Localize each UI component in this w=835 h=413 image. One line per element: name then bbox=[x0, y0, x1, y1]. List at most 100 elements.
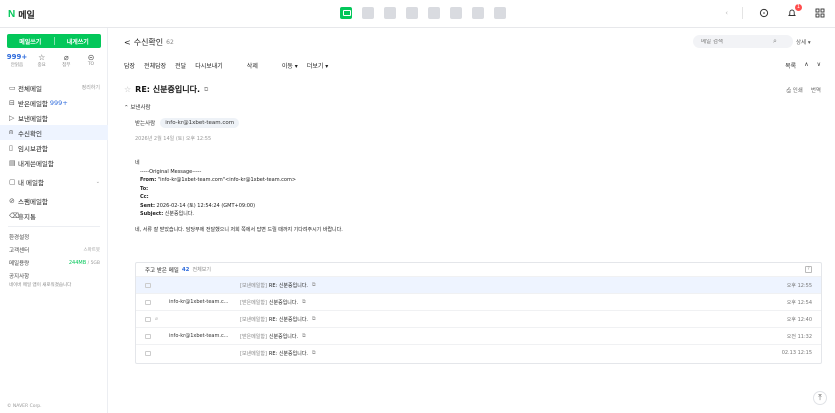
resend-button[interactable]: 다시보내기 bbox=[195, 61, 223, 70]
bookmark-app-icon[interactable] bbox=[494, 7, 506, 19]
original-cc: Cc: bbox=[140, 194, 149, 200]
sidebar-item-read-receipt[interactable]: ⍝ 수신확인 bbox=[0, 125, 108, 140]
calendar-alt-app-icon[interactable] bbox=[472, 7, 484, 19]
delete-button[interactable]: 삭제 bbox=[247, 61, 258, 70]
customer-center-label: 고객센터 bbox=[9, 247, 30, 254]
trash-icon: ⌫ bbox=[9, 211, 19, 220]
view-all-link[interactable]: 전체보기 bbox=[193, 266, 211, 273]
mail-icon bbox=[145, 350, 151, 356]
external-link-icon[interactable]: ⧉ bbox=[204, 86, 208, 94]
sidebar-item-label: 내게쓴메일함 bbox=[18, 159, 54, 168]
chevron-left-icon[interactable]: ‹ bbox=[725, 9, 728, 17]
conversation-row[interactable]: [보낸메일함] RE: 신분증입니다. ⧉ 오후 12:55 bbox=[136, 276, 821, 293]
external-link-icon[interactable]: ⧉ bbox=[312, 350, 316, 357]
conversation-from: info-kr@1xbet-team.c... bbox=[169, 333, 229, 339]
notice-title: 공지사항 bbox=[9, 273, 30, 280]
conversation-row[interactable]: info-kr@1xbet-team.c... [받은메일함] 신분증입니다. ⧉ 오후… bbox=[136, 293, 821, 310]
mail-app-icon[interactable] bbox=[340, 7, 352, 19]
notice-link[interactable]: 공지사항 bbox=[0, 269, 108, 282]
chevron-up-icon[interactable]: ∧ bbox=[804, 61, 808, 70]
quick-filter-unread[interactable]: 999+ 안읽음 bbox=[7, 53, 27, 68]
top-bar: N 메일 ‹ 1 bbox=[0, 0, 835, 28]
star-icon[interactable]: ☆ bbox=[124, 85, 131, 94]
move-button[interactable]: 이동 ▾ bbox=[282, 61, 298, 70]
mail-subject: RE: 신분증입니다. bbox=[135, 85, 200, 94]
talk-icon[interactable] bbox=[757, 6, 771, 20]
notification-badge: 1 bbox=[794, 4, 802, 11]
chevron-down-icon[interactable]: ⌄ bbox=[96, 179, 100, 185]
sidebar-item-trash[interactable]: ⌫ 휴지통 bbox=[0, 208, 108, 223]
naver-mail-logo[interactable]: N 메일 bbox=[8, 8, 35, 21]
cleanup-link[interactable]: 정리하기 bbox=[82, 84, 100, 91]
mail-icon bbox=[145, 282, 151, 288]
sidebar-item-label: 보낸메일함 bbox=[18, 114, 48, 123]
settings-label: 환경설정 bbox=[9, 234, 30, 241]
mail-toolbar: 답장 전체답장 전달 다시보내기 삭제 이동 ▾ 더보기 ▾ bbox=[124, 61, 328, 70]
inbox-icon: ⊟ bbox=[9, 98, 15, 107]
conversation-row[interactable]: info-kr@1xbet-team.c... [받은메일함] 신분증입니다. ⧉ 오전… bbox=[136, 327, 821, 344]
conversation-subject: RE: 신분증입니다. bbox=[268, 282, 309, 289]
write-mail-button[interactable]: 메일쓰기 bbox=[7, 34, 54, 48]
translate-button[interactable]: 번역 bbox=[811, 86, 821, 95]
notice-text[interactable]: 네이버 메일 앱이 새로워졌습니다 bbox=[0, 282, 108, 288]
folder-nav: ▭ 전체메일 정리하기 ⊟ 받은메일함 999+ ▷ 보낸메일함 ⍝ 수신확인 … bbox=[0, 80, 108, 288]
folder-header: < 수신확인 62 bbox=[124, 37, 174, 48]
notes-app-icon[interactable] bbox=[406, 7, 418, 19]
self-mail-icon: ▤ bbox=[9, 158, 16, 167]
capacity-total: 5GB bbox=[90, 260, 100, 266]
sidebar-item-self-mail[interactable]: ▤ 내게쓴메일함 bbox=[0, 155, 108, 170]
grid-menu-icon[interactable] bbox=[813, 6, 827, 20]
external-link-icon[interactable]: ⧉ bbox=[312, 316, 316, 323]
external-link-icon[interactable]: ⧉ bbox=[302, 299, 306, 306]
back-icon[interactable]: < bbox=[124, 38, 131, 47]
sender-toggle[interactable]: ⌃ 보낸사람 bbox=[124, 103, 151, 111]
settings-link[interactable]: 환경설정 bbox=[0, 230, 108, 243]
search-icon[interactable]: ⌕ bbox=[773, 37, 777, 46]
mail-icon: ▭ bbox=[9, 83, 16, 92]
customer-center-link[interactable]: 고객센터 스마트봇 bbox=[0, 243, 108, 256]
reply-button[interactable]: 답장 bbox=[124, 61, 135, 70]
conversation-header: 주고 받은 메일 42 전체보기 ? bbox=[136, 263, 821, 276]
unread-count: 999+ bbox=[6, 53, 28, 61]
quick-filter-to-me[interactable]: ⊝ TO bbox=[81, 53, 101, 68]
conversation-time: 오후 12:54 bbox=[786, 299, 812, 306]
sidebar-item-sent[interactable]: ▷ 보낸메일함 bbox=[0, 110, 108, 125]
naver-logo-mark: N bbox=[8, 9, 16, 20]
conversation-row[interactable]: [보낸메일함] RE: 신분증입니다. ⧉ 02.13 12:15 bbox=[136, 344, 821, 361]
chevron-up-icon: ⌃ bbox=[124, 105, 129, 111]
sidebar-item-drafts[interactable]: ▯ 임시보관함 bbox=[0, 140, 108, 155]
search-input[interactable] bbox=[701, 38, 773, 45]
scroll-top-button[interactable]: ⤒ bbox=[813, 391, 827, 405]
photos-app-icon[interactable] bbox=[428, 7, 440, 19]
conversation-count: 42 bbox=[181, 266, 190, 273]
sidebar-item-all-mail[interactable]: ▭ 전체메일 정리하기 bbox=[0, 80, 108, 95]
bell-icon[interactable]: 1 bbox=[785, 4, 802, 20]
quick-filter-attachment[interactable]: ⌀ 첨부 bbox=[56, 53, 76, 68]
drive-app-icon[interactable] bbox=[450, 7, 462, 19]
calendar-app-icon[interactable] bbox=[362, 7, 374, 19]
sidebar-item-spam[interactable]: ⊘ 스팸메일함 bbox=[0, 193, 108, 208]
more-button[interactable]: 더보기 ▾ bbox=[307, 61, 328, 70]
conversation-subject: RE: 신분증입니다. bbox=[268, 316, 309, 323]
chevron-down-icon[interactable]: ∨ bbox=[817, 61, 821, 70]
help-icon[interactable]: ? bbox=[805, 266, 812, 273]
list-button[interactable]: 목록 bbox=[785, 61, 796, 70]
write-to-self-button[interactable]: 내게쓰기 bbox=[55, 34, 102, 48]
contacts-app-icon[interactable] bbox=[384, 7, 396, 19]
external-link-icon[interactable]: ⧉ bbox=[302, 333, 306, 340]
external-link-icon[interactable]: ⧉ bbox=[312, 282, 316, 289]
divider bbox=[742, 7, 743, 19]
conversation-content: [보낸메일함] RE: 신분증입니다. ⧉ bbox=[240, 316, 316, 323]
quick-filter-important[interactable]: ☆ 중요 bbox=[32, 53, 52, 68]
conversation-row[interactable]: ⌀ [보낸메일함] RE: 신분증입니다. ⧉ 오후 12:40 bbox=[136, 310, 821, 327]
print-button[interactable]: ⎙ 인쇄 bbox=[787, 86, 803, 95]
original-subject: Subject: 신분증입니다. bbox=[140, 211, 194, 217]
sidebar-item-inbox[interactable]: ⊟ 받은메일함 999+ bbox=[0, 95, 108, 110]
conversation-folder: [보낸메일함] bbox=[240, 282, 267, 289]
sidebar-item-my-folders[interactable]: ▢ 내 메일함 ⌄ bbox=[0, 174, 108, 189]
recipient-chip[interactable]: info-kr@1xbet-team.com bbox=[160, 118, 240, 128]
smartbot-link[interactable]: 스마트봇 bbox=[83, 247, 100, 253]
reply-all-button[interactable]: 전체답장 bbox=[144, 61, 166, 70]
detail-search-button[interactable]: 상세 ▾ bbox=[796, 38, 811, 46]
forward-button[interactable]: 전달 bbox=[175, 61, 186, 70]
